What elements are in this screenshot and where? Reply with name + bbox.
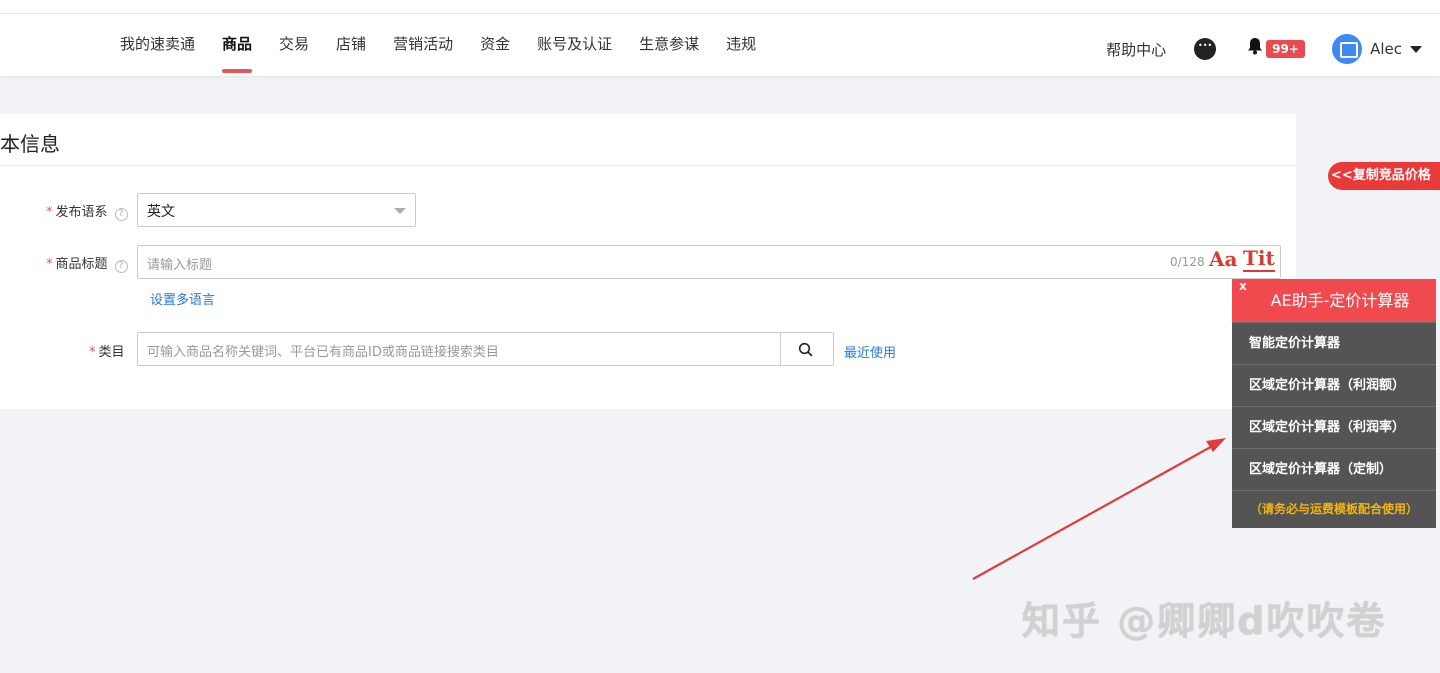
watermark: 知乎 @卿卿d吹吹卷 bbox=[1022, 599, 1387, 643]
annotation-arrow-icon bbox=[972, 438, 1226, 580]
